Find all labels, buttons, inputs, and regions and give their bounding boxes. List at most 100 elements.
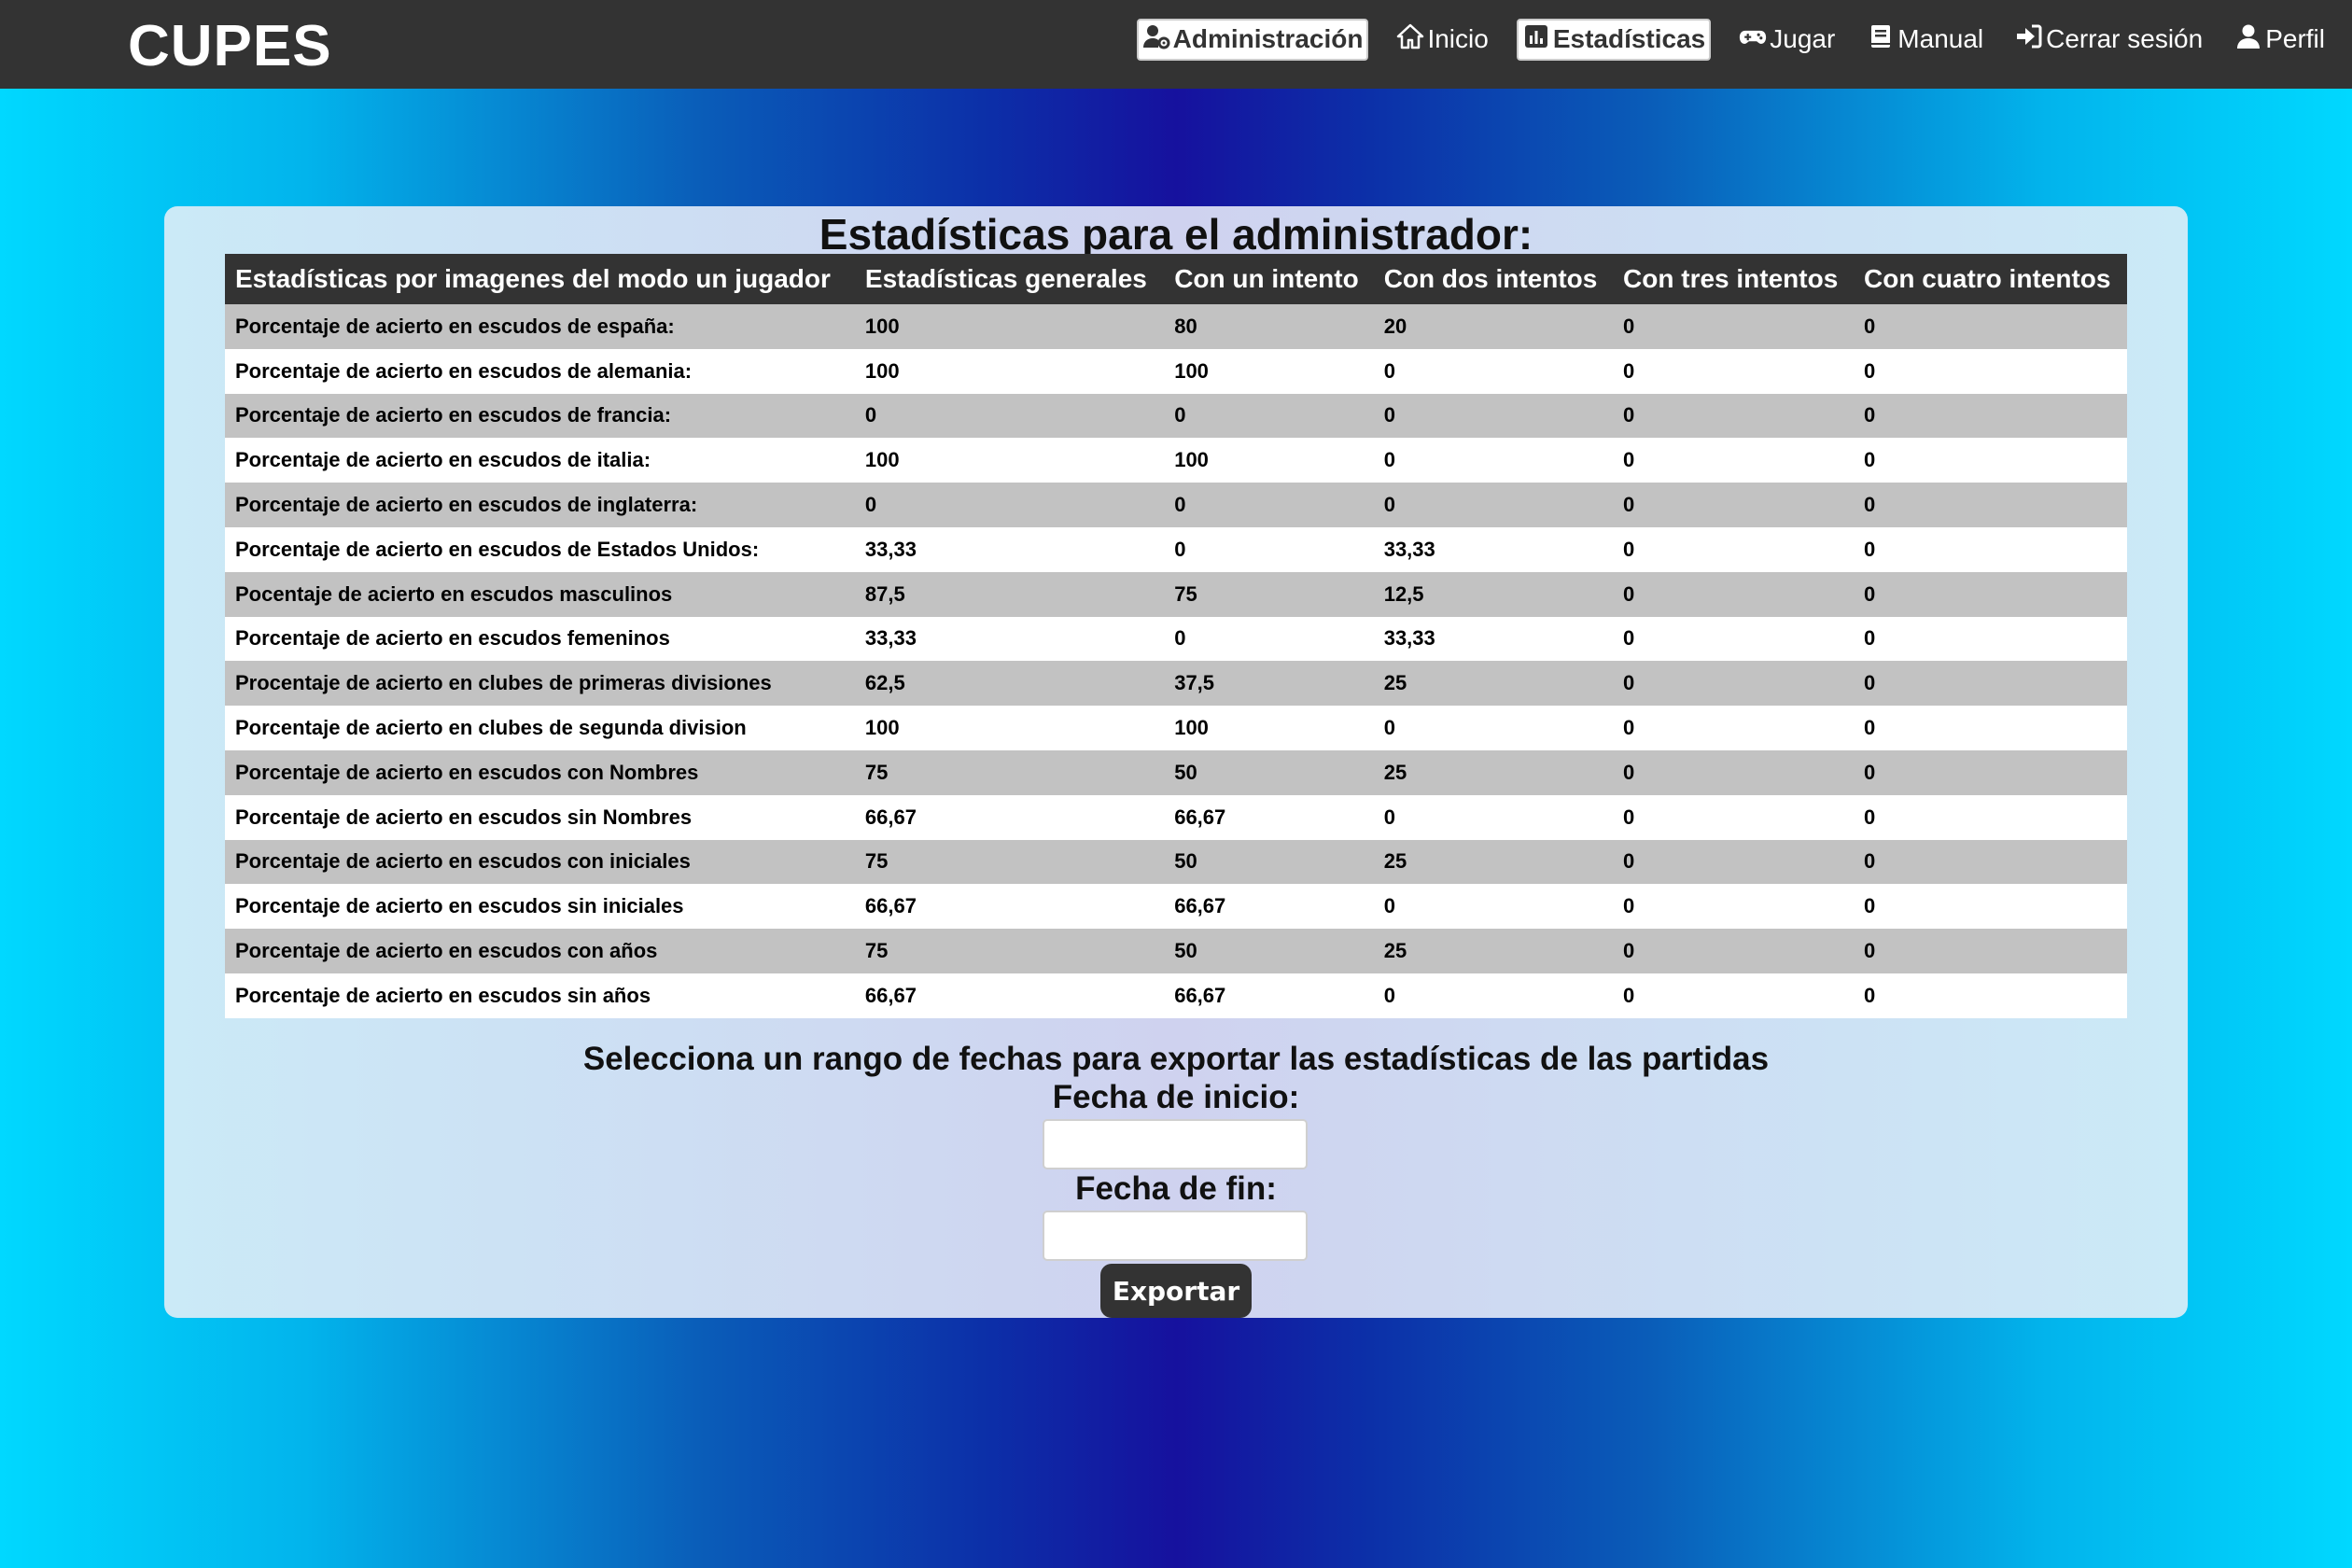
value-cell: 0 [1164, 483, 1374, 527]
value-cell: 100 [854, 348, 1165, 394]
export-title: Selecciona un rango de fechas para expor… [582, 1041, 1770, 1077]
value-cell: 0 [854, 483, 1165, 527]
table-row: Porcentaje de acierto en escudos de Esta… [225, 526, 2127, 572]
value-cell: 0 [1854, 483, 2127, 527]
value-cell: 0 [1164, 616, 1374, 662]
value-cell: 0 [1613, 794, 1854, 840]
value-cell: 0 [1613, 393, 1854, 439]
value-cell: 0 [1373, 884, 1614, 930]
admin-stats-panel: Estadísticas para el administrador: Esta… [164, 206, 2188, 1318]
value-cell: 0 [1854, 526, 2127, 572]
row-label-cell: Porcentaje de acierto en escudos de fran… [225, 393, 855, 439]
end-date-field[interactable] [1043, 1211, 1308, 1261]
nav-item-label: Inicio [1427, 24, 1489, 53]
table-row: Porcentaje de acierto en escudos femenin… [225, 616, 2127, 662]
value-cell: 66,67 [1164, 884, 1374, 930]
table-row: Porcentaje de acierto en escudos sin año… [225, 973, 2127, 1018]
value-cell: 87,5 [854, 571, 1165, 617]
nav-item-administracion[interactable]: Administración [1136, 18, 1369, 61]
value-cell: 0 [1613, 526, 1854, 572]
value-cell: 66,67 [854, 973, 1165, 1018]
row-label-cell: Porcentaje de acierto en escudos femenin… [225, 616, 855, 662]
row-label-cell: Porcentaje de acierto en escudos de ital… [225, 438, 855, 483]
value-cell: 75 [854, 749, 1165, 795]
value-cell: 50 [1164, 749, 1374, 795]
value-cell: 0 [1854, 929, 2127, 973]
value-cell: 0 [1613, 973, 1854, 1018]
nav-item-cerrar-sesion[interactable]: Cerrar sesión [2011, 21, 2206, 59]
value-cell: 0 [1613, 304, 1854, 349]
value-cell: 0 [1373, 794, 1614, 840]
nav-item-inicio[interactable]: Inicio [1393, 21, 1491, 59]
table-row: Porcentaje de acierto en escudos sin ini… [225, 884, 2127, 930]
row-label-cell: Pocentaje de acierto en escudos masculin… [225, 571, 855, 617]
column-header: Con dos intentos [1373, 254, 1614, 304]
value-cell: 50 [1164, 929, 1374, 973]
value-cell: 0 [1854, 749, 2127, 795]
value-cell: 0 [1854, 839, 2127, 885]
value-cell: 66,67 [854, 884, 1165, 930]
value-cell: 0 [1613, 348, 1854, 394]
value-cell: 33,33 [854, 526, 1165, 572]
stats-table: Estadísticas por imagenes del modo un ju… [225, 254, 2127, 1018]
sign-out-icon [2015, 22, 2043, 57]
value-cell: 0 [1854, 304, 2127, 349]
value-cell: 0 [1854, 616, 2127, 662]
value-cell: 66,67 [1164, 794, 1374, 840]
chart-bar-icon [1522, 22, 1550, 57]
value-cell: 100 [1164, 438, 1374, 483]
value-cell: 0 [1854, 794, 2127, 840]
nav-item-jugar[interactable]: Jugar [1735, 21, 1839, 59]
brand-logo[interactable]: CUPES [128, 13, 332, 79]
row-label-cell: Porcentaje de acierto en escudos de Esta… [225, 526, 855, 572]
value-cell: 0 [1854, 661, 2127, 707]
value-cell: 0 [1373, 393, 1614, 439]
nav-item-manual[interactable]: Manual [1863, 21, 1987, 59]
table-header-row: Estadísticas por imagenes del modo un ju… [225, 254, 2127, 304]
table-row: Pocentaje de acierto en escudos masculin… [225, 571, 2127, 617]
nav-item-label: Perfil [2265, 24, 2325, 53]
nav-item-label: Manual [1897, 24, 1984, 53]
value-cell: 0 [1373, 706, 1614, 750]
value-cell: 33,33 [1373, 526, 1614, 572]
column-header: Con tres intentos [1613, 254, 1854, 304]
nav-item-label: Administración [1172, 24, 1364, 53]
value-cell: 0 [1854, 706, 2127, 750]
value-cell: 25 [1373, 839, 1614, 885]
value-cell: 100 [1164, 348, 1374, 394]
top-navbar: CUPES Administración Inicio Estadísticas… [0, 0, 2352, 89]
value-cell: 33,33 [854, 616, 1165, 662]
column-header: Estadísticas por imagenes del modo un ju… [225, 254, 855, 304]
column-header: Con un intento [1164, 254, 1374, 304]
nav-item-label: Cerrar sesión [2046, 24, 2204, 53]
table-row: Porcentaje de acierto en escudos de ingl… [225, 483, 2127, 527]
value-cell: 0 [1613, 884, 1854, 930]
export-button[interactable]: Exportar [1100, 1264, 1252, 1318]
value-cell: 37,5 [1164, 661, 1374, 707]
table-row: Porcentaje de acierto en clubes de segun… [225, 706, 2127, 750]
start-date-field[interactable] [1043, 1119, 1308, 1169]
nav-item-perfil[interactable]: Perfil [2231, 21, 2329, 59]
row-label-cell: Porcentaje de acierto en clubes de segun… [225, 706, 855, 750]
value-cell: 0 [1373, 483, 1614, 527]
table-row: Porcentaje de acierto en escudos sin Nom… [225, 794, 2127, 840]
table-row: Porcentaje de acierto en escudos con ini… [225, 839, 2127, 885]
row-label-cell: Porcentaje de acierto en escudos con año… [225, 929, 855, 973]
end-date-label: Fecha de fin: [1075, 1170, 1277, 1207]
value-cell: 80 [1164, 304, 1374, 349]
row-label-cell: Porcentaje de acierto en escudos sin Nom… [225, 794, 855, 840]
value-cell: 0 [1854, 438, 2127, 483]
value-cell: 0 [1164, 526, 1374, 572]
table-row: Procentaje de acierto en clubes de prime… [225, 661, 2127, 707]
value-cell: 0 [1854, 973, 2127, 1018]
value-cell: 75 [854, 839, 1165, 885]
value-cell: 0 [1613, 571, 1854, 617]
nav-item-estadisticas[interactable]: Estadísticas [1516, 18, 1712, 61]
value-cell: 20 [1373, 304, 1614, 349]
page-title: Estadísticas para el administrador: [819, 210, 1533, 259]
value-cell: 0 [1613, 749, 1854, 795]
value-cell: 0 [1613, 706, 1854, 750]
row-label-cell: Porcentaje de acierto en escudos sin año… [225, 973, 855, 1018]
value-cell: 100 [854, 438, 1165, 483]
value-cell: 25 [1373, 929, 1614, 973]
